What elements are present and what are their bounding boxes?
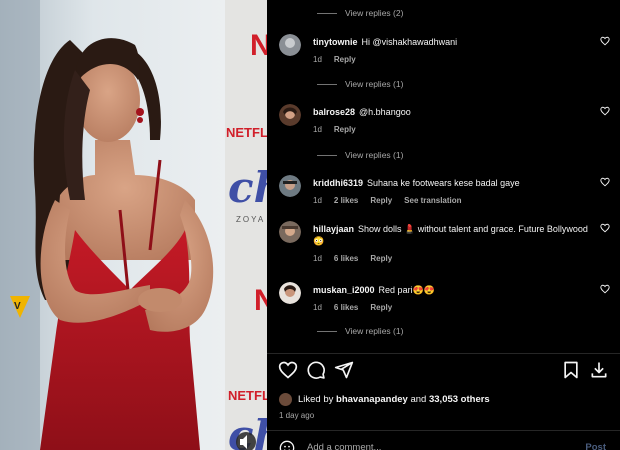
action-bar: [267, 360, 620, 386]
liker-username[interactable]: bhavanapandey: [336, 394, 408, 405]
reply-divider-line: [317, 330, 337, 332]
avatar[interactable]: [279, 175, 301, 197]
comment-item: hillayjaan Show dolls 💄 without talent an…: [279, 221, 610, 269]
reply-button[interactable]: Reply: [370, 253, 392, 265]
reply-divider-line: [317, 154, 337, 156]
svg-text:N: N: [254, 284, 267, 317]
avatar[interactable]: [279, 104, 301, 126]
comment-text: Suhana ke footwears kese badal gaye: [367, 178, 520, 188]
heart-icon[interactable]: [278, 360, 298, 380]
download-icon[interactable]: [589, 360, 609, 380]
bookmark-icon[interactable]: [561, 360, 581, 380]
comment-item: tinytownie Hi @vishakhawadhwani 1d Reply: [279, 34, 610, 74]
post-photo[interactable]: N NETFLIX chi ZOYA N NETFLIX ch V: [0, 0, 267, 450]
comment-username[interactable]: tinytownie: [313, 37, 358, 47]
emoji-icon[interactable]: [279, 440, 295, 450]
avatar[interactable]: [279, 282, 301, 304]
comment-username[interactable]: kriddhi6319: [313, 178, 363, 188]
poster-letter: N: [250, 29, 267, 62]
netflix-brand-top: NETFLIX: [226, 125, 267, 140]
likes-count[interactable]: 6 likes: [334, 253, 358, 265]
comment-time: 1d: [313, 196, 322, 205]
see-translation-button[interactable]: See translation: [404, 195, 461, 207]
avatar[interactable]: [279, 34, 301, 56]
comments-panel: View replies (2) tinytownie Hi @vishakhaw…: [267, 0, 620, 450]
view-replies-button[interactable]: View replies (2): [317, 8, 403, 18]
reply-divider-line: [317, 12, 337, 14]
reply-button[interactable]: Reply: [334, 124, 356, 136]
like-comment-icon[interactable]: [600, 177, 610, 187]
add-comment-input[interactable]: Add a comment...: [307, 442, 381, 450]
comment-time: 1d: [313, 303, 322, 312]
liker-avatar[interactable]: [279, 393, 292, 406]
comment-time: 1d: [313, 125, 322, 134]
svg-text:V: V: [14, 301, 21, 312]
view-replies-button[interactable]: View replies (1): [317, 326, 403, 336]
likes-others-count[interactable]: 33,053 others: [429, 394, 490, 405]
comment-text: Hi @vishakhawadhwani: [361, 37, 458, 47]
reply-button[interactable]: Reply: [334, 54, 356, 66]
avatar[interactable]: [279, 221, 301, 243]
netflix-brand-bottom: NETFLIX: [228, 388, 267, 403]
liked-by-label: Liked by: [298, 394, 334, 405]
reply-button[interactable]: Reply: [370, 302, 392, 314]
view-replies-button[interactable]: View replies (1): [317, 150, 403, 160]
comment-text: Red pari😍😍: [378, 285, 435, 295]
like-comment-icon[interactable]: [600, 106, 610, 116]
post-button[interactable]: Post: [585, 442, 606, 450]
section-divider: [267, 353, 620, 354]
post-date: 1 day ago: [279, 411, 315, 420]
comment-username[interactable]: balrose28: [313, 107, 355, 117]
reply-button[interactable]: Reply: [370, 195, 392, 207]
comment-time: 1d: [313, 254, 322, 263]
comment-username[interactable]: hillayjaan: [313, 224, 354, 234]
like-comment-icon[interactable]: [600, 223, 610, 233]
comment-item: kriddhi6319 Suhana ke footwears kese bada…: [279, 175, 610, 215]
poster-subtitle: ZOYA: [236, 215, 265, 224]
likes-summary: Liked by bhavanapandey and 33,053 others: [279, 393, 490, 406]
likes-and-label: and: [410, 394, 427, 405]
comment-text: @h.bhangoo: [359, 107, 411, 117]
share-icon[interactable]: [334, 360, 354, 380]
reply-divider-line: [317, 83, 337, 85]
likes-count[interactable]: 6 likes: [334, 302, 358, 314]
comment-username[interactable]: muskan_i2000: [313, 285, 375, 295]
comment-item: balrose28 @h.bhangoo 1d Reply: [279, 104, 610, 144]
likes-count[interactable]: 2 likes: [334, 195, 358, 207]
like-comment-icon[interactable]: [600, 36, 610, 46]
comment-item: muskan_i2000 Red pari😍😍 1d 6 likes Reply: [279, 282, 610, 322]
comment-time: 1d: [313, 55, 322, 64]
add-comment-bar: Add a comment... Post: [267, 430, 620, 450]
view-replies-button[interactable]: View replies (1): [317, 79, 403, 89]
comment-text: Show dolls 💄 without talent and grace. F…: [313, 224, 588, 246]
like-comment-icon[interactable]: [600, 284, 610, 294]
comment-icon[interactable]: [306, 360, 326, 380]
poster-title: chi: [228, 163, 267, 212]
